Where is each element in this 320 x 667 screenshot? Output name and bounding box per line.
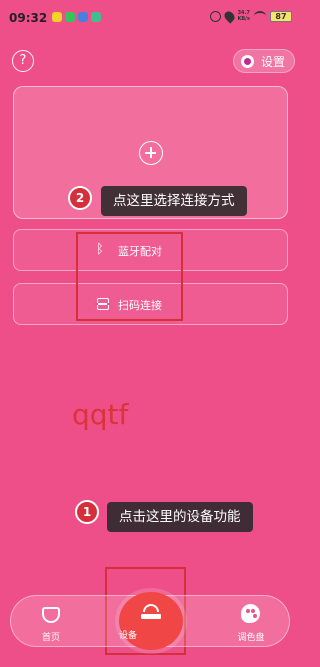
battery-icon: 87 bbox=[270, 10, 292, 22]
options-highlight-frame bbox=[76, 232, 183, 321]
location-icon bbox=[221, 8, 237, 24]
bottom-nav: 首页 设备 调色盘 bbox=[10, 592, 290, 650]
step-1-tooltip: 点击这里的设备功能 bbox=[107, 502, 253, 532]
status-right: 34.7 KB/s 87 bbox=[209, 8, 292, 24]
nav-palette[interactable]: 调色盘 bbox=[221, 596, 281, 648]
settings-icon bbox=[241, 54, 254, 68]
device-icon bbox=[141, 604, 161, 620]
help-button[interactable]: ? bbox=[12, 50, 34, 72]
step-1-badge: 1 bbox=[75, 500, 99, 524]
notification-icons bbox=[52, 12, 101, 22]
status-bar: 09:32 34.7 KB/s 87 bbox=[0, 0, 300, 34]
step-2-tooltip: 点这里选择连接方式 bbox=[101, 186, 247, 216]
wifi-icon bbox=[254, 11, 266, 21]
nav-palette-label: 调色盘 bbox=[237, 633, 265, 643]
nav-home[interactable]: 首页 bbox=[21, 596, 81, 648]
add-circle-icon[interactable] bbox=[139, 141, 163, 165]
notification-app-icon bbox=[78, 12, 88, 22]
settings-button[interactable]: 设置 bbox=[233, 49, 295, 73]
home-icon bbox=[42, 607, 60, 623]
nav-home-label: 首页 bbox=[41, 633, 60, 643]
alarm-icon bbox=[209, 10, 221, 22]
notification-app-icon bbox=[52, 12, 62, 22]
nav-device-label: 设备 bbox=[119, 631, 138, 641]
settings-label: 设置 bbox=[261, 54, 286, 69]
watermark-text: qqtf bbox=[72, 398, 129, 431]
notification-app-icon bbox=[91, 12, 101, 22]
network-speed: 34.7 KB/s bbox=[238, 10, 251, 22]
nav-device[interactable]: 设备 bbox=[119, 592, 183, 650]
notification-app-icon bbox=[65, 12, 75, 22]
palette-icon bbox=[241, 604, 260, 623]
network-speed-unit: KB/s bbox=[237, 16, 251, 22]
status-time: 09:32 bbox=[9, 11, 48, 25]
step-2-badge: 2 bbox=[68, 186, 92, 210]
